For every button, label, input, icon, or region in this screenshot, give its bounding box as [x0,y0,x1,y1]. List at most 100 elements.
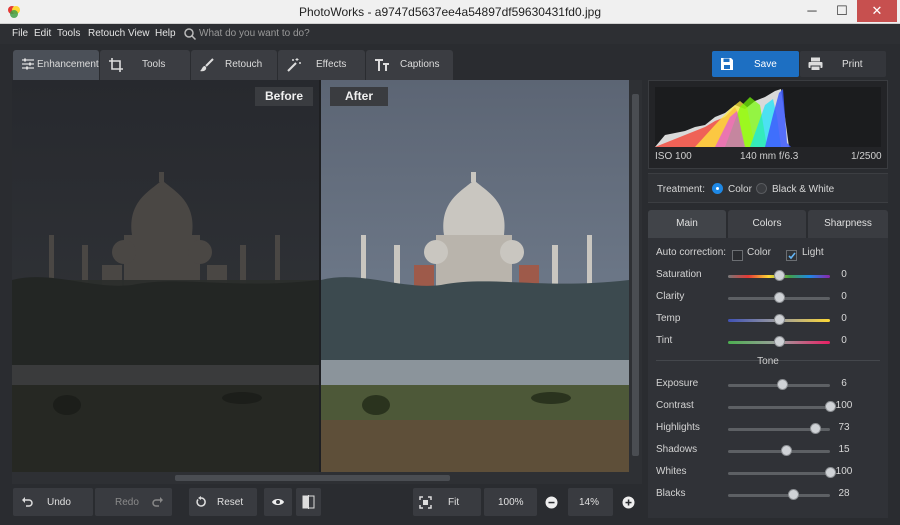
menu-help[interactable]: Help [155,28,176,39]
before-label: Before [255,87,313,106]
saturation-slider[interactable]: Saturation 0 [648,264,888,286]
zoom-value-field[interactable]: 14% [568,488,613,516]
contrast-slider[interactable]: Contrast 100 [648,395,888,417]
magic-wand-icon [287,58,301,72]
blacks-track[interactable] [728,494,830,497]
blacks-slider[interactable]: Blacks 28 [648,483,888,505]
eye-icon [272,499,284,505]
brush-icon [200,58,214,72]
treatment-bw-label[interactable]: Black & White [772,184,834,195]
undo-button[interactable]: Undo [13,488,93,516]
auto-light-checkbox[interactable] [786,250,797,261]
whites-slider[interactable]: Whites 100 [648,461,888,483]
vertical-scrollbar[interactable] [629,80,642,472]
minimize-button[interactable]: ─ [797,0,827,22]
text-icon [375,59,389,71]
zoom-in-button[interactable] [617,488,641,516]
treatment-color-radio[interactable] [712,183,723,194]
photo-canvas[interactable] [12,80,642,484]
reset-label: Reset [217,497,244,508]
exposure-slider[interactable]: Exposure 6 [648,373,888,395]
shadows-slider[interactable]: Shadows 15 [648,439,888,461]
saturation-knob[interactable] [773,270,785,281]
preview-toggle-button[interactable] [264,488,292,516]
shadows-track[interactable] [728,450,830,453]
before-photo [12,80,319,472]
adjustments-panel: Auto correction: Color Light Saturation … [648,238,888,518]
treatment-bw-radio[interactable] [756,183,767,194]
crop-icon [109,58,123,72]
save-button[interactable]: Save [712,51,799,77]
after-label: After [330,87,388,106]
title-bar: PhotoWorks - a9747d5637ee4a54897df596304… [0,0,900,24]
tab-colors[interactable]: Colors [728,210,806,238]
blacks-knob[interactable] [787,489,799,500]
search-icon[interactable] [183,27,197,41]
zoom-100-button[interactable]: 100% [484,488,537,516]
tab-tools-label: Tools [142,59,166,70]
menu-view[interactable]: View [128,28,150,39]
auto-light-label[interactable]: Light [802,247,824,258]
shadows-knob[interactable] [780,445,792,456]
highlights-label: Highlights [656,422,700,433]
horizontal-scrollbar[interactable] [12,472,642,484]
menu-tools[interactable]: Tools [57,28,80,39]
histogram-graph [655,87,881,147]
split-view-icon [302,495,315,509]
redo-button[interactable]: Redo [95,488,172,516]
temp-label: Temp [656,313,681,324]
close-button[interactable]: ✕ [857,0,897,22]
tab-sharpness[interactable]: Sharpness [808,210,888,238]
exif-lens: 140 mm f/6.3 [740,151,799,162]
auto-color-checkbox[interactable] [732,250,743,261]
temp-slider[interactable]: Temp 0 [648,308,888,330]
compare-button[interactable] [296,488,321,516]
clarity-slider[interactable]: Clarity 0 [648,286,888,308]
menu-file[interactable]: File [12,28,28,39]
reset-button[interactable]: Reset [189,488,257,516]
tint-knob[interactable] [773,336,785,347]
contrast-track[interactable] [728,406,830,409]
search-input[interactable]: What do you want to do? [199,28,310,39]
tab-retouch[interactable]: Retouch [191,50,277,80]
exposure-knob[interactable] [776,379,788,390]
tab-effects[interactable]: Effects [278,50,365,80]
highlights-knob[interactable] [810,423,822,434]
minus-circle-icon [545,496,558,509]
menu-retouch[interactable]: Retouch [88,28,125,39]
whites-label: Whites [656,466,687,477]
menu-edit[interactable]: Edit [34,28,51,39]
zoom-100-label: 100% [498,497,524,508]
horizontal-scroll-thumb[interactable] [175,475,450,481]
reset-icon [196,496,206,507]
fit-button[interactable]: Fit [413,488,481,516]
highlights-slider[interactable]: Highlights 73 [648,417,888,439]
whites-track[interactable] [728,472,830,475]
zoom-out-button[interactable] [540,488,564,516]
tab-captions[interactable]: Captions [366,50,453,80]
tint-slider[interactable]: Tint 0 [648,330,888,352]
clarity-knob[interactable] [773,292,785,303]
clarity-value: 0 [841,291,847,302]
print-button[interactable]: Print [800,51,886,77]
temp-knob[interactable] [773,314,785,325]
auto-color-label[interactable]: Color [747,247,771,258]
tab-enhancement-label: Enhancement [37,59,99,70]
undo-label: Undo [47,497,71,508]
tab-main[interactable]: Main [648,210,726,238]
auto-correction-row: Auto correction: Color Light [648,242,888,264]
treatment-color-label[interactable]: Color [728,184,752,195]
tab-tools[interactable]: Tools [100,50,190,80]
redo-label: Redo [115,497,139,508]
treatment-label: Treatment: [657,184,705,195]
maximize-button[interactable]: ☐ [827,0,857,22]
vertical-scroll-thumb[interactable] [632,94,639,456]
tab-retouch-label: Retouch [225,59,263,70]
bottom-toolbar: Undo Redo Reset Fit 100% 14% [0,484,646,525]
tab-effects-label: Effects [316,59,347,70]
blacks-label: Blacks [656,488,686,499]
tab-enhancement[interactable]: Enhancement [13,50,99,80]
whites-value: 100 [835,466,853,477]
floppy-disk-icon [721,58,733,70]
blacks-value: 28 [838,488,850,499]
